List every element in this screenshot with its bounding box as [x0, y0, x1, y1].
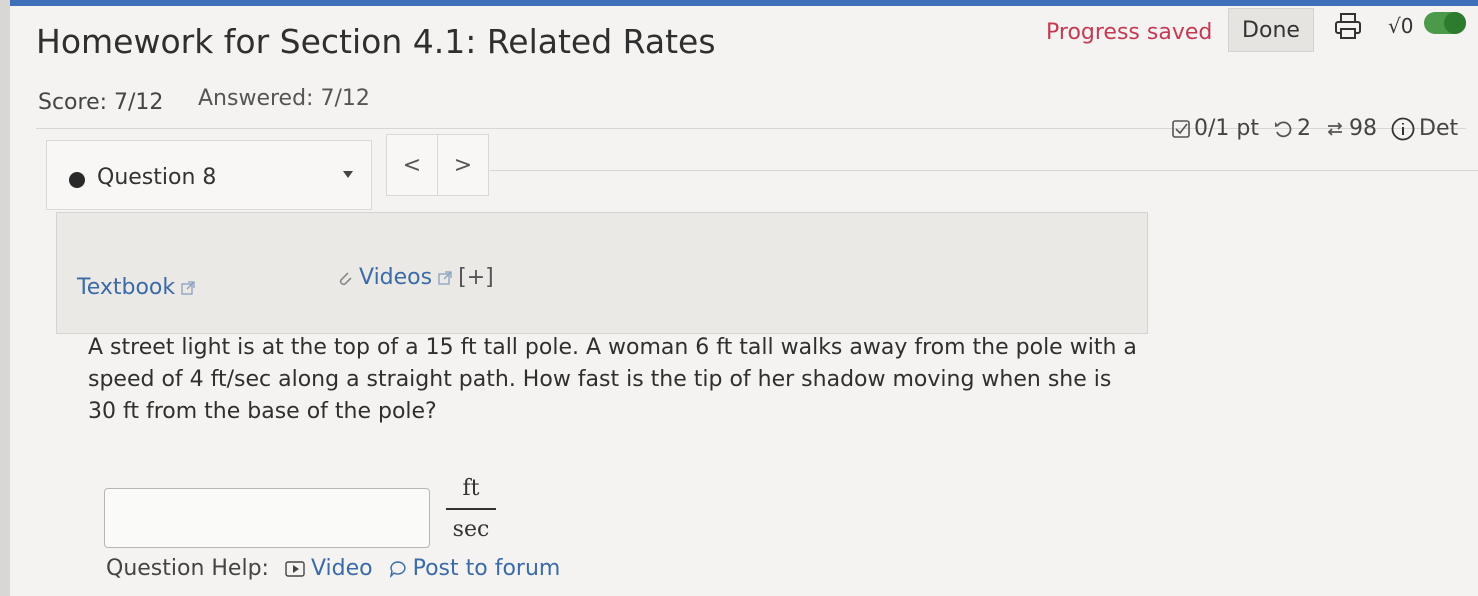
- status-dot-icon: [69, 172, 85, 188]
- submissions-icon: [1327, 121, 1343, 136]
- checkbox-icon: [1172, 119, 1190, 138]
- answer-input[interactable]: [104, 488, 430, 548]
- help-label: Question Help:: [106, 556, 269, 581]
- chevron-down-icon: [343, 171, 353, 178]
- unit-fraction: ft sec: [446, 474, 496, 544]
- progress-status: Progress saved: [1046, 20, 1213, 45]
- play-icon: [285, 560, 305, 577]
- paperclip-icon: [339, 271, 352, 285]
- print-icon[interactable]: [1332, 10, 1364, 42]
- forum-label: Post to forum: [412, 556, 561, 581]
- video-help-label: Video: [310, 556, 373, 581]
- question-select[interactable]: Question 8: [46, 140, 372, 210]
- resources-panel: Textbook Videos [+]: [56, 212, 1148, 334]
- details-link[interactable]: Det: [1419, 116, 1458, 141]
- external-link-icon: [438, 270, 452, 285]
- retry-icon: [1275, 120, 1292, 137]
- submissions-count: 98: [1349, 116, 1377, 141]
- unit-numerator: ft: [462, 476, 480, 501]
- unit-denominator: sec: [452, 517, 490, 542]
- question-help: Question Help: Video Post to forum: [106, 556, 560, 581]
- page-title: Homework for Section 4.1: Related Rates: [36, 22, 716, 61]
- external-link-icon: [181, 280, 195, 295]
- expand-toggle[interactable]: [+]: [458, 265, 494, 290]
- speech-bubble-icon: [389, 560, 406, 578]
- divider: [490, 170, 1478, 171]
- done-button[interactable]: Done: [1228, 8, 1314, 52]
- question-meta: 0/1 pt 2 98 Det: [1172, 116, 1466, 141]
- toggle-knob: [1444, 12, 1466, 34]
- fraction-bar: [446, 508, 496, 510]
- sqrt-icon[interactable]: √0: [1388, 10, 1422, 40]
- videos-link[interactable]: Videos [+]: [337, 265, 494, 290]
- question-select-label: Question 8: [97, 165, 217, 190]
- info-icon[interactable]: [1391, 117, 1415, 141]
- next-question-button[interactable]: >: [437, 134, 489, 196]
- retries-count: 2: [1297, 116, 1311, 141]
- forum-link[interactable]: Post to forum: [389, 556, 561, 581]
- textbook-link[interactable]: Textbook: [77, 275, 195, 300]
- left-gutter: [0, 0, 10, 596]
- previous-question-button[interactable]: <: [386, 134, 438, 196]
- svg-text:√0: √0: [1388, 14, 1413, 38]
- score-text: Score: 7/12: [38, 90, 164, 115]
- videos-label: Videos: [359, 265, 433, 290]
- textbook-label: Textbook: [77, 275, 176, 300]
- video-help-link[interactable]: Video: [285, 556, 373, 581]
- toggle-switch[interactable]: [1424, 12, 1466, 34]
- answered-text: Answered: 7/12: [198, 86, 370, 111]
- points-text: 0/1 pt: [1194, 116, 1259, 141]
- question-text: A street light is at the top of a 15 ft …: [88, 335, 1137, 424]
